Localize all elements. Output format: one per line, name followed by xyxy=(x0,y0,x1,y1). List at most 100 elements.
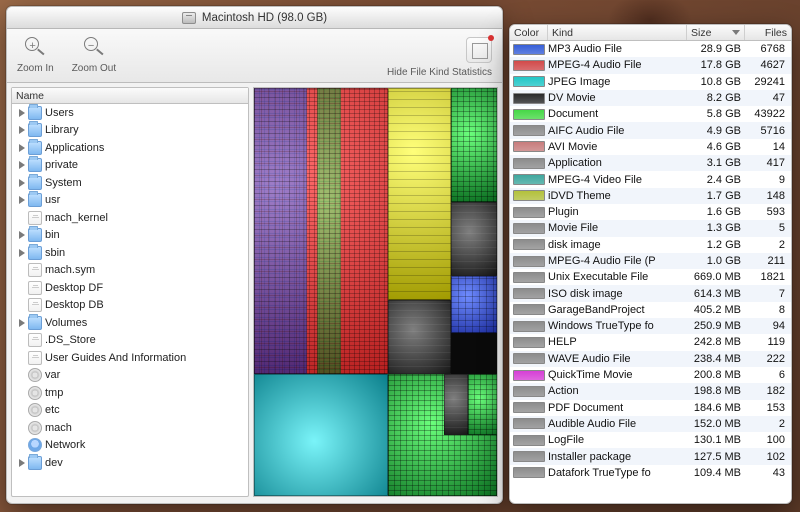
file-icon xyxy=(28,298,42,312)
disclosure-triangle-icon[interactable] xyxy=(19,126,25,134)
stats-row[interactable]: AIFC Audio File4.9 GB5716 xyxy=(510,122,791,138)
stats-row[interactable]: iDVD Theme1.7 GB148 xyxy=(510,188,791,204)
color-swatch xyxy=(513,418,545,429)
stats-files: 119 xyxy=(747,336,791,348)
tree-row[interactable]: Volumes xyxy=(12,314,248,332)
hide-stats-button[interactable]: Hide File Kind Statistics xyxy=(387,33,492,78)
stats-row[interactable]: MPEG-4 Video File2.4 GB9 xyxy=(510,171,791,187)
tree-list[interactable]: Users Library ApplicationsprivateSystemusr… xyxy=(12,104,248,496)
stats-row[interactable]: AVI Movie4.6 GB14 xyxy=(510,139,791,155)
stats-row[interactable]: Application3.1 GB417 xyxy=(510,155,791,171)
tree-row-label: tmp xyxy=(45,387,63,399)
stats-files: 29241 xyxy=(747,76,791,88)
stats-row[interactable]: JPEG Image10.8 GB29241 xyxy=(510,74,791,90)
tree-row-label: etc xyxy=(45,404,60,416)
stats-size: 3.1 GB xyxy=(689,157,747,169)
stats-row[interactable]: Audible Audio File152.0 MB2 xyxy=(510,416,791,432)
header-files[interactable]: Files xyxy=(745,25,791,40)
stats-row[interactable]: disk image1.2 GB2 xyxy=(510,237,791,253)
disclosure-triangle-icon[interactable] xyxy=(19,109,25,117)
stats-row[interactable]: MP3 Audio File28.9 GB6768 xyxy=(510,41,791,57)
tree-row[interactable]: private xyxy=(12,157,248,175)
tree-row[interactable]: Desktop DF xyxy=(12,279,248,297)
stats-row[interactable]: Datafork TrueType fo109.4 MB43 xyxy=(510,465,791,481)
header-size[interactable]: Size xyxy=(687,25,745,40)
color-swatch xyxy=(513,288,545,299)
tree-row[interactable]: sbin xyxy=(12,244,248,262)
treemap[interactable] xyxy=(253,87,498,497)
disclosure-triangle-icon[interactable] xyxy=(19,179,25,187)
disclosure-triangle-icon[interactable] xyxy=(19,319,25,327)
stats-size: 1.3 GB xyxy=(689,222,747,234)
color-swatch xyxy=(513,141,545,152)
tree-row[interactable]: bin xyxy=(12,227,248,245)
stats-row[interactable]: WAVE Audio File238.4 MB222 xyxy=(510,351,791,367)
tree-row[interactable]: etc xyxy=(12,402,248,420)
tree-row[interactable]: System xyxy=(12,174,248,192)
stats-row[interactable]: Unix Executable File669.0 MB1821 xyxy=(510,269,791,285)
stats-row[interactable]: Windows TrueType fo250.9 MB94 xyxy=(510,318,791,334)
disclosure-triangle-icon[interactable] xyxy=(19,231,25,239)
tree-row[interactable]: User Guides And Information xyxy=(12,349,248,367)
header-color[interactable]: Color xyxy=(510,25,548,40)
tree-header[interactable]: Name xyxy=(12,88,248,104)
disclosure-triangle-icon[interactable] xyxy=(19,161,25,169)
disclosure-triangle-icon[interactable] xyxy=(19,249,25,257)
stats-row[interactable]: MPEG-4 Audio File (P1.0 GB211 xyxy=(510,253,791,269)
stats-row[interactable]: HELP242.8 MB119 xyxy=(510,334,791,350)
stats-row[interactable]: ISO disk image614.3 MB7 xyxy=(510,285,791,301)
stats-kind: WAVE Audio File xyxy=(548,353,689,365)
tree-row[interactable]: usr xyxy=(12,192,248,210)
tree-row[interactable]: Library xyxy=(12,122,248,140)
stats-row[interactable]: Document5.8 GB43922 xyxy=(510,106,791,122)
titlebar[interactable]: Macintosh HD (98.0 GB) xyxy=(7,7,502,29)
stats-row[interactable]: Action198.8 MB182 xyxy=(510,383,791,399)
stats-files: 9 xyxy=(747,174,791,186)
color-swatch xyxy=(513,207,545,218)
header-kind[interactable]: Kind xyxy=(548,25,687,40)
stats-kind: MP3 Audio File xyxy=(548,43,689,55)
tree-row-label: Library xyxy=(45,124,79,136)
stats-row[interactable]: PDF Document184.6 MB153 xyxy=(510,400,791,416)
stats-size: 184.6 MB xyxy=(689,402,747,414)
tree-row[interactable]: Users xyxy=(12,104,248,122)
tree-row-label: mach_kernel xyxy=(45,212,108,224)
color-swatch xyxy=(513,451,545,462)
disclosure-triangle-icon[interactable] xyxy=(19,144,25,152)
stats-kind: AVI Movie xyxy=(548,141,689,153)
stats-row[interactable]: Movie File1.3 GB5 xyxy=(510,220,791,236)
color-swatch xyxy=(513,370,545,381)
tree-row[interactable]: var xyxy=(12,367,248,385)
tree-row[interactable]: .DS_Store xyxy=(12,332,248,350)
stats-row[interactable]: LogFile130.1 MB100 xyxy=(510,432,791,448)
stats-kind: AIFC Audio File xyxy=(548,125,689,137)
tree-row[interactable]: Desktop DB xyxy=(12,297,248,315)
sort-desc-icon xyxy=(732,30,740,35)
stats-row[interactable]: MPEG-4 Audio File17.8 GB4627 xyxy=(510,57,791,73)
tree-row[interactable]: Applications xyxy=(12,139,248,157)
tree-row[interactable]: dev xyxy=(12,454,248,472)
stats-row[interactable]: DV Movie8.2 GB47 xyxy=(510,90,791,106)
color-swatch xyxy=(513,402,545,413)
disclosure-triangle-icon[interactable] xyxy=(19,196,25,204)
tree-row-label: User Guides And Information xyxy=(45,352,186,364)
tree-row[interactable]: Network xyxy=(12,437,248,455)
tree-row[interactable]: mach.sym xyxy=(12,262,248,280)
tree-row[interactable]: mach_kernel xyxy=(12,209,248,227)
network-icon xyxy=(28,438,42,452)
stats-row[interactable]: QuickTime Movie200.8 MB6 xyxy=(510,367,791,383)
tree-row[interactable]: tmp xyxy=(12,384,248,402)
stats-row[interactable]: Plugin1.6 GB593 xyxy=(510,204,791,220)
color-swatch xyxy=(513,337,545,348)
stats-kind: PDF Document xyxy=(548,402,689,414)
zoom-in-button[interactable]: + Zoom In xyxy=(17,33,54,74)
tree-row[interactable]: mach xyxy=(12,419,248,437)
stats-row[interactable]: Installer package127.5 MB102 xyxy=(510,448,791,464)
stats-kind: HELP xyxy=(548,336,689,348)
stats-files: 2 xyxy=(747,418,791,430)
stats-row[interactable]: GarageBandProject405.2 MB8 xyxy=(510,302,791,318)
disclosure-triangle-icon[interactable] xyxy=(19,459,25,467)
zoom-out-button[interactable]: − Zoom Out xyxy=(72,33,116,74)
stats-list[interactable]: MP3 Audio File28.9 GB6768MPEG-4 Audio Fi… xyxy=(510,41,791,503)
volume-icon xyxy=(182,12,196,24)
